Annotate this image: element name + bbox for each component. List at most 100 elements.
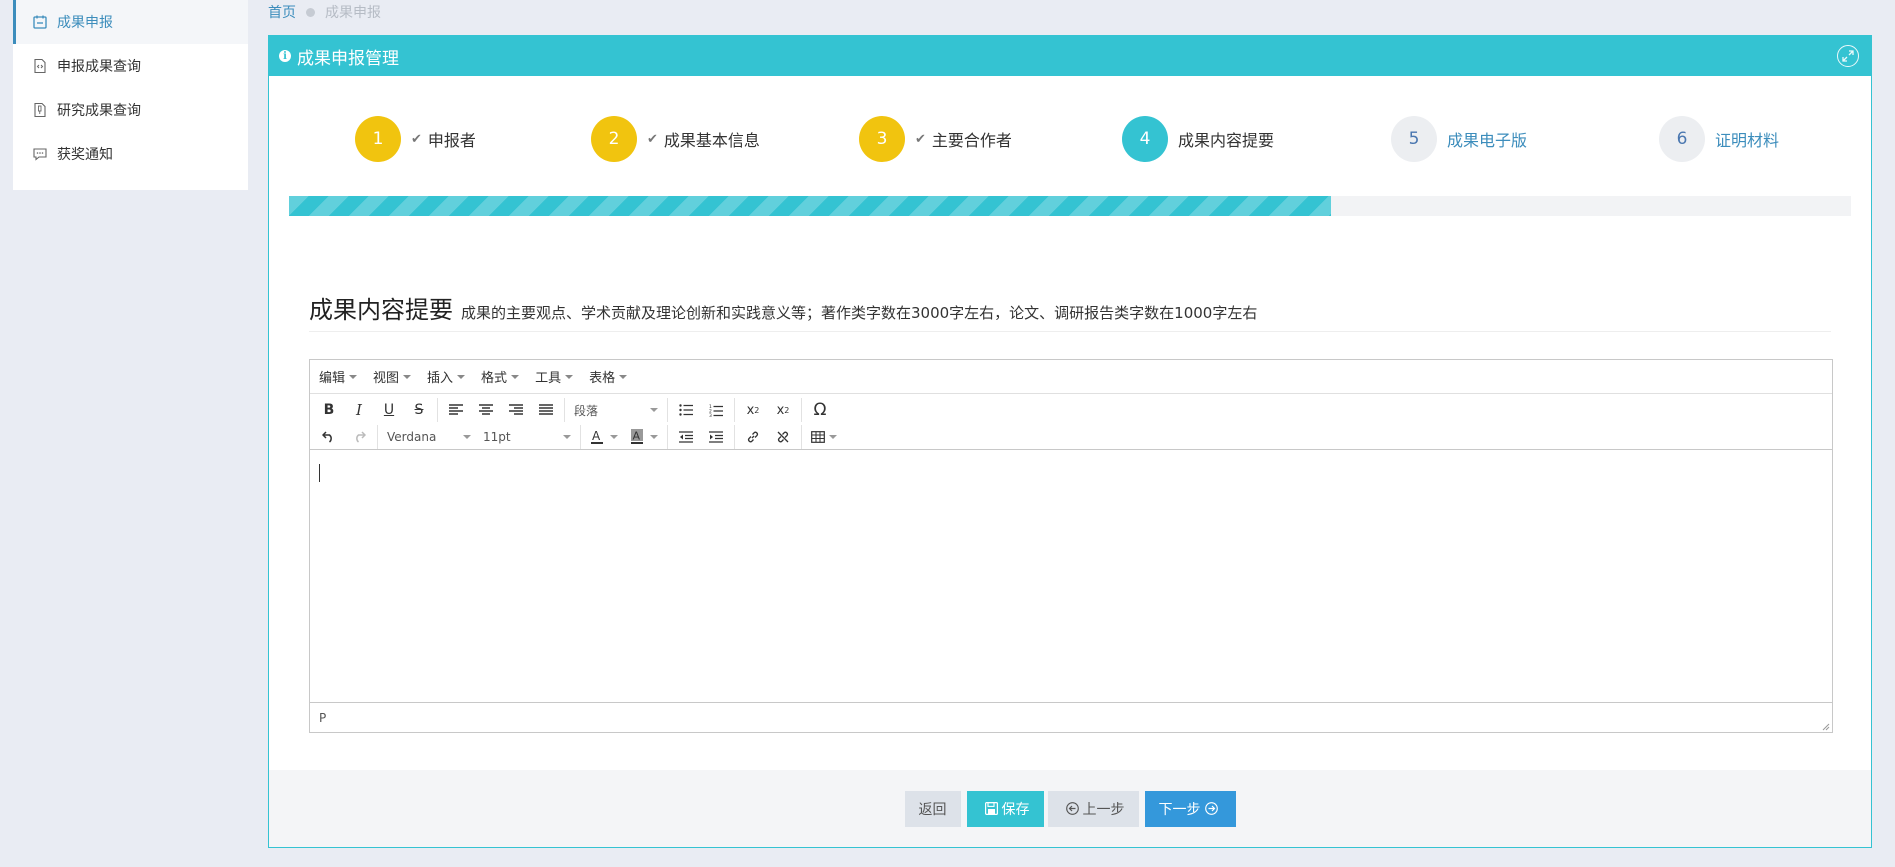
svg-text:A: A <box>633 430 641 443</box>
strikethrough-icon[interactable]: S <box>404 398 434 422</box>
step-label: 证明材料 <box>1715 131 1780 150</box>
next-step-label: 下一步 <box>1158 800 1201 817</box>
previous-step-label: 上一步 <box>1082 800 1125 817</box>
special-character-icon[interactable]: Ω <box>805 398 835 422</box>
sidebar-item-query-submitted[interactable]: 申报成果查询 <box>13 44 248 88</box>
svg-text:3: 3 <box>709 413 712 417</box>
caret-down-icon <box>650 435 658 439</box>
undo-icon[interactable] <box>314 425 344 449</box>
breadcrumb-current: 成果申报 <box>325 5 381 21</box>
font-family-select[interactable]: Verdana <box>381 425 477 449</box>
editor-toolbar: B I U S 段落 123 x2 x2 Ω Verdana 11pt A A <box>310 394 1832 450</box>
menu-label: 格式 <box>481 371 508 386</box>
sidebar-item-award-notice[interactable]: 获奖通知 <box>13 132 248 176</box>
step-4[interactable]: 4 成果内容提要 <box>1122 116 1274 162</box>
underline-icon[interactable]: U <box>374 398 404 422</box>
resize-handle-icon[interactable] <box>1820 720 1830 731</box>
panel-title: 成果申报管理 <box>297 48 399 69</box>
menu-table[interactable]: 表格 <box>589 367 628 386</box>
arrow-left-circle-icon <box>1065 802 1079 815</box>
step-1[interactable]: 1 ✔ 申报者 <box>355 116 476 162</box>
step-number: 1 <box>355 116 401 162</box>
caret-down-icon <box>619 374 628 379</box>
document-file-icon <box>31 101 49 119</box>
align-justify-icon[interactable] <box>531 398 561 422</box>
sidebar-item-label: 成果申报 <box>57 15 113 31</box>
caret-down-icon <box>457 374 466 379</box>
link-icon[interactable] <box>738 425 768 449</box>
align-left-icon[interactable] <box>441 398 471 422</box>
toolbar-separator <box>801 425 802 449</box>
save-label: 保存 <box>1001 800 1030 817</box>
redo-icon[interactable] <box>344 425 374 449</box>
text-cursor <box>319 464 320 482</box>
check-icon: ✔ <box>915 131 926 147</box>
outdent-icon[interactable] <box>671 425 701 449</box>
italic-icon[interactable]: I <box>344 398 374 422</box>
back-button[interactable]: 返回 <box>904 790 961 827</box>
text-color-icon[interactable]: A <box>584 425 624 449</box>
toolbar-separator <box>734 425 735 449</box>
caret-down-icon <box>650 408 658 412</box>
caret-down-icon <box>511 374 520 379</box>
progress-bar <box>289 196 1331 216</box>
sidebar-item-submit[interactable]: 成果申报 <box>13 0 248 44</box>
caret-down-icon <box>563 435 571 439</box>
element-path[interactable]: P <box>319 711 326 725</box>
menu-insert[interactable]: 插入 <box>427 367 466 386</box>
step-number: 3 <box>859 116 905 162</box>
menu-edit[interactable]: 编辑 <box>319 367 358 386</box>
sidebar: 成果申报 申报成果查询 研究成果查询 获奖通知 <box>13 0 248 190</box>
font-size-select[interactable]: 11pt <box>477 425 577 449</box>
bold-icon[interactable]: B <box>314 398 344 422</box>
menu-label: 工具 <box>535 371 562 386</box>
bullet-list-icon[interactable] <box>671 398 701 422</box>
align-center-icon[interactable] <box>471 398 501 422</box>
breadcrumb-home-link[interactable]: 首页 <box>268 2 296 22</box>
next-step-button[interactable]: 下一步 <box>1144 790 1236 827</box>
background-color-icon[interactable]: A <box>624 425 664 449</box>
superscript-icon[interactable]: x2 <box>768 398 798 422</box>
save-button[interactable]: 保存 <box>966 790 1044 827</box>
sidebar-item-query-research[interactable]: 研究成果查询 <box>13 88 248 132</box>
info-icon: i <box>279 50 291 62</box>
step-5[interactable]: 5 成果电子版 <box>1391 116 1527 162</box>
code-file-icon <box>31 57 49 75</box>
toolbar-separator <box>734 398 735 422</box>
menu-label: 表格 <box>589 371 616 386</box>
menu-tools[interactable]: 工具 <box>535 367 574 386</box>
menu-label: 视图 <box>373 371 400 386</box>
breadcrumb: 首页 成果申报 <box>268 2 381 22</box>
main-panel: i 成果申报管理 1 ✔ 申报者 2 ✔ 成果基本信息 3 ✔ 主要合作者 4 成果内… <box>268 35 1872 848</box>
step-6[interactable]: 6 证明材料 <box>1659 116 1779 162</box>
unlink-icon[interactable] <box>768 425 798 449</box>
section-title: 成果内容提要 <box>309 296 453 324</box>
step-label: 成果内容提要 <box>1178 131 1275 150</box>
section-description: 成果的主要观点、学术贡献及理论创新和实践意义等；著作类字数在3000字左右，论文… <box>461 304 1258 322</box>
numbered-list-icon[interactable]: 123 <box>701 398 731 422</box>
step-2[interactable]: 2 ✔ 成果基本信息 <box>591 116 760 162</box>
step-number: 5 <box>1391 116 1437 162</box>
table-icon[interactable] <box>805 425 843 449</box>
align-right-icon[interactable] <box>501 398 531 422</box>
menu-view[interactable]: 视图 <box>373 367 412 386</box>
caret-down-icon <box>403 374 412 379</box>
toolbar-separator <box>564 398 565 422</box>
previous-step-button[interactable]: 上一步 <box>1047 790 1139 827</box>
rich-text-editor: 编辑 视图 插入 格式 工具 表格 B I U S 段落 123 x 2 x 2… <box>309 359 1833 733</box>
indent-icon[interactable] <box>701 425 731 449</box>
font-family-value: Verdana <box>387 430 437 444</box>
menu-format[interactable]: 格式 <box>481 367 520 386</box>
editor-content-area[interactable] <box>310 450 1832 700</box>
calendar-icon <box>31 13 49 31</box>
step-3[interactable]: 3 ✔ 主要合作者 <box>859 116 1012 162</box>
fullscreen-icon[interactable] <box>1837 45 1859 67</box>
subscript-icon[interactable]: x2 <box>738 398 768 422</box>
step-label: 申报者 <box>427 131 476 150</box>
toolbar-separator <box>667 398 668 422</box>
editor-menubar: 编辑 视图 插入 格式 工具 表格 <box>310 360 1832 394</box>
step-number: 4 <box>1122 116 1168 162</box>
caret-down-icon <box>829 435 837 439</box>
block-format-select[interactable]: 段落 <box>568 398 664 422</box>
chat-bubble-icon <box>31 145 49 163</box>
